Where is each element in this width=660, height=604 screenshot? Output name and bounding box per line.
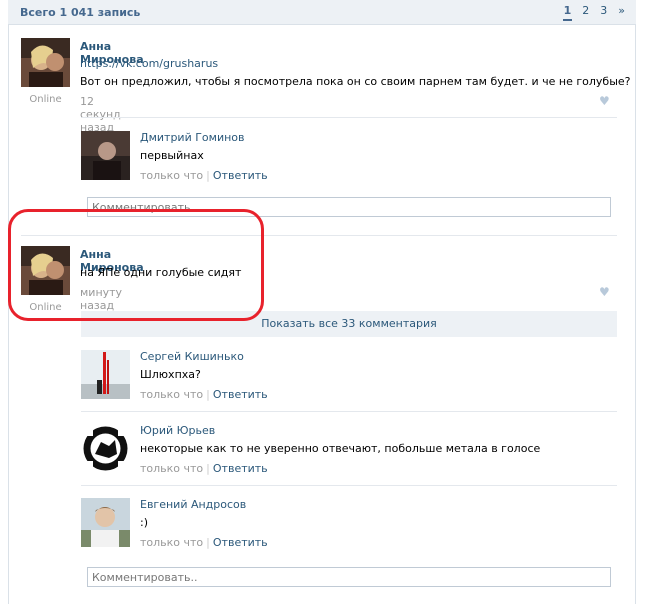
reply-author[interactable]: Евгений Андросов: [140, 498, 246, 511]
reply-answer-link[interactable]: Ответить: [213, 169, 268, 182]
post-date[interactable]: минуту назад: [80, 286, 122, 312]
page-next-link[interactable]: »: [617, 4, 626, 21]
avatar[interactable]: [81, 131, 130, 180]
page-2-link[interactable]: 2: [581, 4, 590, 21]
avatar[interactable]: [21, 38, 70, 87]
show-all-comments-button[interactable]: Показать все 33 комментария: [81, 311, 617, 337]
avatar[interactable]: [81, 350, 130, 399]
reply-answer-link[interactable]: Ответить: [213, 536, 268, 549]
page-1-link[interactable]: 1: [562, 4, 573, 21]
post-text: Вот он предложил, чтобы я посмотрела пок…: [80, 75, 631, 88]
reply-author[interactable]: Сергей Кишинько: [140, 350, 244, 363]
reply-author[interactable]: Дмитрий Гоминов: [140, 131, 245, 144]
reply-text: некоторые как то не уверенно отвечают, п…: [140, 442, 541, 455]
online-status: Online: [29, 94, 62, 105]
divider: [81, 117, 617, 118]
reply-answer-link[interactable]: Ответить: [213, 388, 268, 401]
heart-icon[interactable]: ♥: [599, 94, 610, 108]
reply-meta: только что | Ответить: [140, 388, 268, 401]
pagination: 1 2 3 »: [562, 4, 626, 21]
page-3-link[interactable]: 3: [599, 4, 608, 21]
wall-header: Всего 1 041 запись 1 2 3 »: [8, 0, 636, 25]
comment-input[interactable]: Комментировать..: [87, 567, 611, 587]
reply-author[interactable]: Юрий Юрьев: [140, 424, 215, 437]
reply-time[interactable]: только что: [140, 462, 203, 475]
comment-input[interactable]: Комментировать: [87, 197, 611, 217]
avatar[interactable]: [81, 498, 130, 547]
reply-meta: только что | Ответить: [140, 536, 268, 549]
total-count: Всего 1 041 запись: [20, 6, 141, 19]
avatar[interactable]: [81, 424, 130, 473]
divider: [81, 411, 617, 412]
online-status: Online: [29, 302, 62, 313]
divider: [81, 485, 617, 486]
post-date[interactable]: 12 секунд назад: [80, 95, 121, 134]
reply-time[interactable]: только что: [140, 388, 203, 401]
post-link[interactable]: https://vk.com/grusharus: [80, 57, 218, 70]
reply-text: Шлюхпха?: [140, 368, 201, 381]
reply-text: :): [140, 516, 148, 529]
reply-time[interactable]: только что: [140, 536, 203, 549]
avatar[interactable]: [21, 246, 70, 295]
divider: [21, 235, 617, 236]
post-text: на ЯПе одни голубые сидят: [80, 266, 242, 279]
heart-icon[interactable]: ♥: [599, 285, 610, 299]
reply-time[interactable]: только что: [140, 169, 203, 182]
reply-meta: только что | Ответить: [140, 169, 268, 182]
reply-answer-link[interactable]: Ответить: [213, 462, 268, 475]
reply-meta: только что | Ответить: [140, 462, 268, 475]
reply-text: первыйнах: [140, 149, 204, 162]
